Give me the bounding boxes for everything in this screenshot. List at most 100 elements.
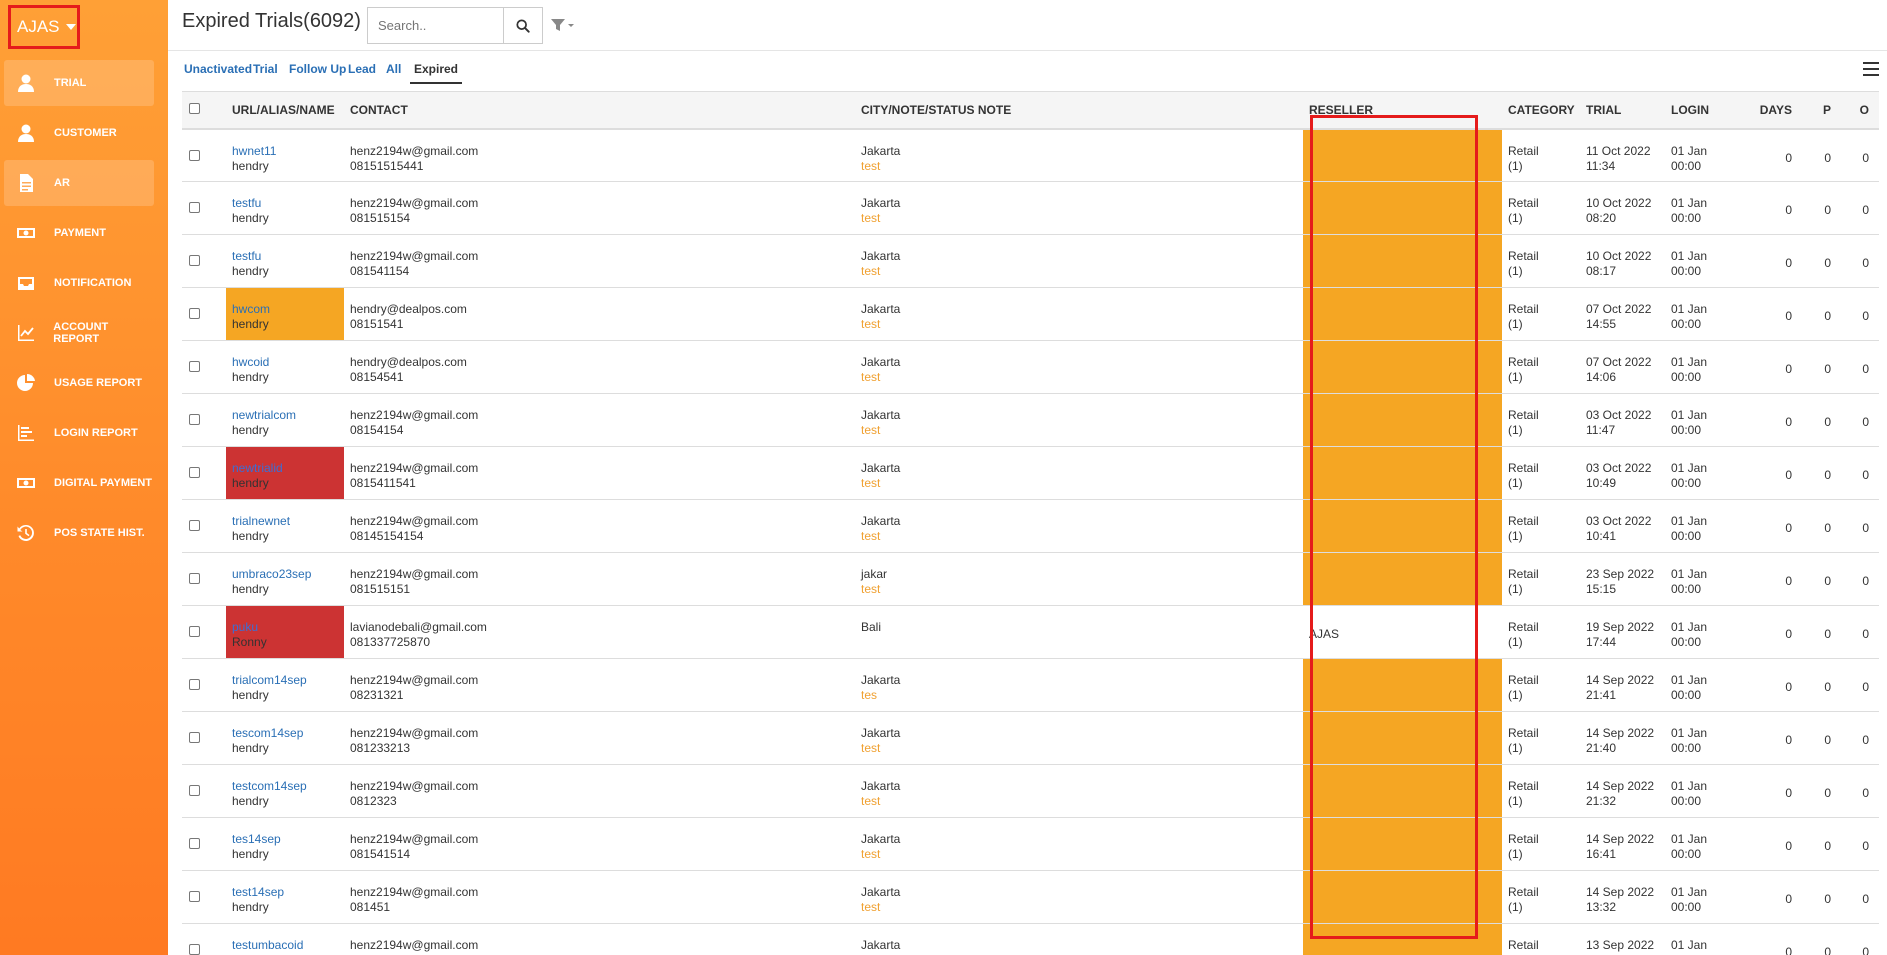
- trial-url-link[interactable]: tes14sep: [232, 832, 338, 847]
- row-checkbox[interactable]: [189, 626, 200, 637]
- trial-url-link[interactable]: testfu: [232, 196, 338, 211]
- trial-url-link[interactable]: newtrialcom: [232, 408, 338, 423]
- row-checkbox-cell[interactable]: [182, 817, 226, 871]
- trial-url-link[interactable]: testcom14sep: [232, 779, 338, 794]
- row-checkbox[interactable]: [189, 467, 200, 478]
- row-checkbox-cell[interactable]: [182, 128, 226, 182]
- sidebar-item-customer[interactable]: CUSTOMER: [4, 110, 154, 156]
- table-row[interactable]: tes14sep hendry henz2194w@gmail.com 0815415…: [182, 817, 1879, 871]
- row-checkbox[interactable]: [189, 255, 200, 266]
- trial-url-link[interactable]: hwcom: [232, 302, 338, 317]
- brand-dropdown[interactable]: AJAS: [8, 5, 80, 49]
- column-header-category[interactable]: CATEGORY: [1502, 91, 1580, 130]
- search-input[interactable]: [367, 7, 503, 44]
- tab-unactivated[interactable]: Unactivated: [184, 62, 252, 82]
- search-button[interactable]: [503, 7, 543, 44]
- row-checkbox[interactable]: [189, 308, 200, 319]
- tab-follow-up[interactable]: Follow Up: [289, 62, 346, 82]
- sidebar-item-payment[interactable]: PAYMENT: [4, 210, 154, 256]
- table-row[interactable]: puku Ronny lavianodebali@gmail.com 08133772…: [182, 605, 1879, 659]
- trial-url-link[interactable]: testumbacoid: [232, 938, 338, 953]
- table-row[interactable]: newtrialcom hendry henz2194w@gmail.com 0815…: [182, 393, 1879, 447]
- row-checkbox[interactable]: [189, 414, 200, 425]
- column-header-url-alias-name[interactable]: URL/ALIAS/NAME: [226, 91, 344, 130]
- row-checkbox[interactable]: [189, 891, 200, 902]
- tab-expired[interactable]: Expired: [410, 62, 463, 84]
- row-checkbox-cell[interactable]: [182, 552, 226, 606]
- row-checkbox[interactable]: [189, 838, 200, 849]
- select-all-checkbox[interactable]: [189, 102, 200, 114]
- trial-url-link[interactable]: trialcom14sep: [232, 673, 338, 688]
- sidebar-item-trial[interactable]: TRIAL: [4, 60, 154, 106]
- table-row[interactable]: umbraco23sep hendry henz2194w@gmail.com 081…: [182, 552, 1879, 606]
- row-checkbox-cell[interactable]: [182, 605, 226, 659]
- column-header-login[interactable]: LOGIN: [1665, 91, 1750, 130]
- trial-url-link[interactable]: testfu: [232, 249, 338, 264]
- row-checkbox-cell[interactable]: [182, 393, 226, 447]
- column-header-city-note-status-note[interactable]: CITY/NOTE/STATUS NOTE: [855, 91, 1303, 130]
- column-header-p[interactable]: P: [1802, 91, 1841, 130]
- row-checkbox[interactable]: [189, 732, 200, 743]
- trial-url-link[interactable]: trialnewnet: [232, 514, 338, 529]
- sidebar-item-usage-report[interactable]: USAGE REPORT: [4, 360, 154, 406]
- select-all-checkbox-cell[interactable]: [182, 91, 226, 130]
- table-row[interactable]: testumbacoidhendry henz2194w@gmail.com Jak…: [182, 923, 1879, 955]
- row-checkbox-cell[interactable]: [182, 499, 226, 553]
- row-checkbox[interactable]: [189, 149, 200, 161]
- reseller-cell: [1303, 446, 1502, 500]
- row-checkbox[interactable]: [189, 361, 200, 372]
- tab-lead[interactable]: Lead: [348, 62, 376, 82]
- row-checkbox[interactable]: [189, 202, 200, 213]
- row-checkbox-cell[interactable]: [182, 181, 226, 235]
- column-header-trial[interactable]: TRIAL: [1580, 91, 1665, 130]
- table-row[interactable]: trialnewnet hendry henz2194w@gmail.com 0814…: [182, 499, 1879, 553]
- row-checkbox[interactable]: [189, 573, 200, 584]
- table-row[interactable]: hwcom hendry hendry@dealpos.com 08151541 Jak…: [182, 287, 1879, 341]
- trial-url-link[interactable]: hwcoid: [232, 355, 338, 370]
- table-row[interactable]: tescom14sep hendry henz2194w@gmail.com 0812…: [182, 711, 1879, 765]
- trial-url-link[interactable]: puku: [232, 620, 338, 635]
- row-checkbox-cell[interactable]: [182, 340, 226, 394]
- row-checkbox-cell[interactable]: [182, 870, 226, 924]
- trial-url-link[interactable]: test14sep: [232, 885, 338, 900]
- sidebar-item-digital-payment[interactable]: DIGITAL PAYMENT: [4, 460, 154, 506]
- row-checkbox[interactable]: [189, 520, 200, 531]
- trial-url-link[interactable]: umbraco23sep: [232, 567, 338, 582]
- login-date: 01 Jan: [1671, 832, 1708, 846]
- row-checkbox-cell[interactable]: [182, 234, 226, 288]
- sidebar-item-notification[interactable]: NOTIFICATION: [4, 260, 154, 306]
- hamburger-menu-icon[interactable]: [1863, 62, 1879, 76]
- sidebar-item-login-report[interactable]: LOGIN REPORT: [4, 410, 154, 456]
- table-row[interactable]: hwcoid hendry hendry@dealpos.com 08154541 Ja…: [182, 340, 1879, 394]
- sidebar-item-account-report[interactable]: ACCOUNT REPORT: [4, 310, 154, 356]
- table-row[interactable]: hwnet11 hendry henz2194w@gmail.com 08151515…: [182, 128, 1879, 182]
- tab-trial[interactable]: Trial: [253, 62, 278, 82]
- sidebar-item-ar[interactable]: AR: [4, 160, 154, 206]
- row-checkbox-cell[interactable]: [182, 287, 226, 341]
- row-checkbox[interactable]: [189, 785, 200, 796]
- trial-url-link[interactable]: newtrialid: [232, 461, 338, 476]
- row-checkbox[interactable]: [189, 679, 200, 690]
- table-row[interactable]: test14sep hendry henz2194w@gmail.com 081451…: [182, 870, 1879, 924]
- sidebar-item-pos-state-hist[interactable]: POS STATE HIST.: [4, 510, 154, 556]
- column-header-contact[interactable]: CONTACT: [344, 91, 855, 130]
- row-checkbox[interactable]: [189, 944, 200, 955]
- column-header-reseller[interactable]: RESELLER: [1303, 91, 1502, 130]
- table-row[interactable]: testcom14sep hendry henz2194w@gmail.com 081…: [182, 764, 1879, 818]
- table-row[interactable]: testfu hendry henz2194w@gmail.com 081541154…: [182, 234, 1879, 288]
- table-row[interactable]: testfu hendry henz2194w@gmail.com 081515154…: [182, 181, 1879, 235]
- trial-url-link[interactable]: hwnet11: [232, 144, 338, 159]
- column-header-days[interactable]: DAYS: [1750, 91, 1802, 130]
- city-cell: Jakarta test: [855, 870, 1303, 924]
- row-checkbox-cell[interactable]: [182, 711, 226, 765]
- row-checkbox-cell[interactable]: [182, 764, 226, 818]
- table-row[interactable]: trialcom14sep hendry henz2194w@gmail.com 08…: [182, 658, 1879, 712]
- row-checkbox-cell[interactable]: [182, 923, 226, 955]
- column-header-o[interactable]: O: [1841, 91, 1879, 130]
- row-checkbox-cell[interactable]: [182, 446, 226, 500]
- filter-button[interactable]: [550, 16, 576, 34]
- table-row[interactable]: newtrialid hendry henz2194w@gmail.com 08154…: [182, 446, 1879, 500]
- tab-all[interactable]: All: [386, 62, 401, 82]
- trial-url-link[interactable]: tescom14sep: [232, 726, 338, 741]
- row-checkbox-cell[interactable]: [182, 658, 226, 712]
